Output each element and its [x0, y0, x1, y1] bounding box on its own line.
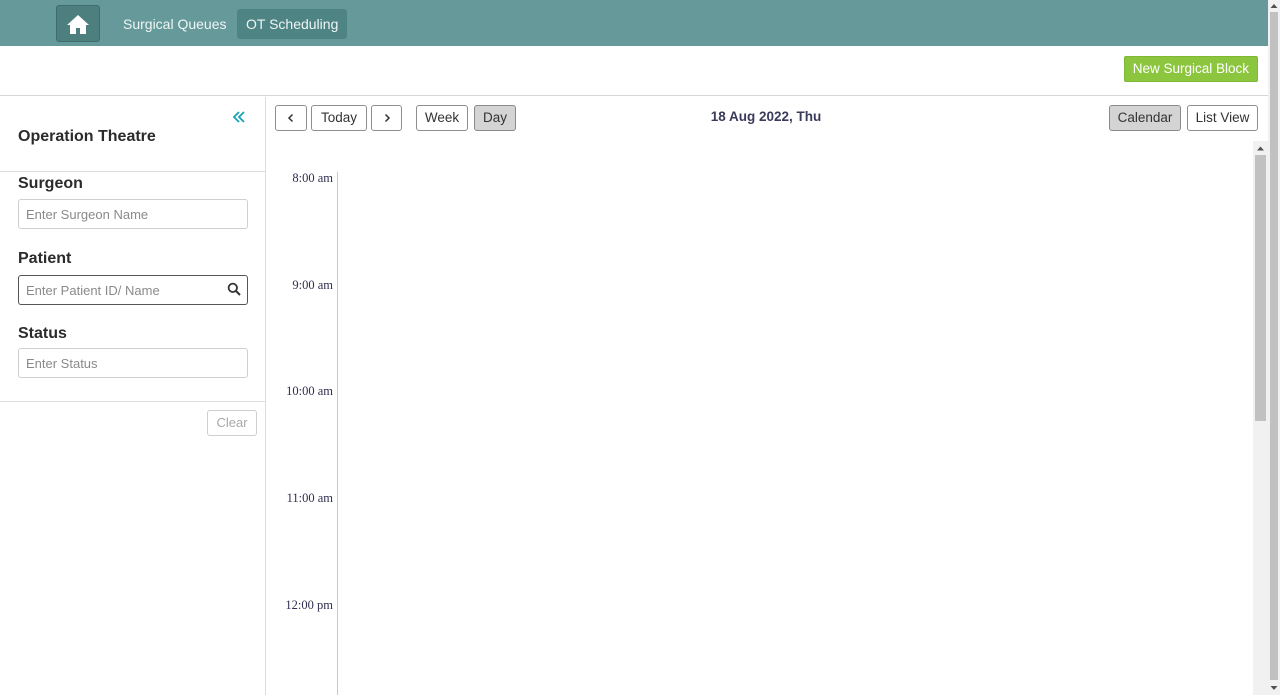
surgeon-label: Surgeon [18, 175, 83, 192]
scroll-up-arrow-icon[interactable] [1270, 2, 1278, 10]
double-chevron-left-icon[interactable] [231, 109, 247, 125]
page-header: New Surgical Block [0, 46, 1268, 96]
new-surgical-block-button[interactable]: New Surgical Block [1123, 56, 1258, 82]
page-scrollbar[interactable] [1268, 0, 1280, 695]
patient-label: Patient [18, 250, 72, 267]
divider [0, 401, 266, 402]
top-nav-bar: Surgical Queues OT Scheduling [0, 0, 1268, 46]
search-icon[interactable] [227, 282, 241, 296]
patient-input[interactable] [18, 275, 248, 305]
list-view-button[interactable]: List View [1187, 105, 1258, 131]
chevron-left-icon [287, 113, 294, 123]
nav-surgical-queues[interactable]: Surgical Queues [114, 9, 236, 39]
chevron-right-icon [384, 113, 390, 123]
scrollbar-thumb[interactable] [1255, 155, 1266, 421]
time-axis-line [337, 172, 338, 695]
surgeon-input[interactable] [18, 199, 248, 229]
home-icon [67, 14, 89, 34]
time-slot-label: 9:00 am [292, 278, 333, 292]
clear-button[interactable]: Clear [207, 410, 257, 436]
scroll-down-arrow-icon[interactable] [1270, 684, 1278, 692]
prev-button[interactable] [275, 105, 307, 131]
time-slot-label: 11:00 am [286, 491, 333, 505]
nav-ot-scheduling[interactable]: OT Scheduling [237, 9, 348, 39]
current-date-title: 18 Aug 2022, Thu [710, 109, 822, 124]
status-input[interactable] [18, 348, 248, 378]
week-view-button[interactable]: Week [416, 105, 468, 131]
time-slot-label: 8:00 am [292, 171, 333, 185]
home-button[interactable] [56, 5, 100, 42]
divider [0, 171, 266, 172]
status-label: Status [18, 325, 67, 342]
day-view-button[interactable]: Day [474, 105, 516, 131]
time-slot-label: 12:00 pm [285, 598, 333, 612]
filter-panel: Operation Theatre Surgeon Patient Status… [0, 97, 266, 695]
next-button[interactable] [371, 105, 402, 131]
calendar-view-button[interactable]: Calendar [1109, 105, 1181, 131]
scrollbar-thumb[interactable] [1270, 12, 1278, 680]
today-button[interactable]: Today [311, 105, 367, 131]
calendar-scrollbar[interactable] [1253, 141, 1268, 695]
time-slot-label: 10:00 am [286, 384, 333, 398]
panel-title: Operation Theatre [18, 128, 156, 145]
scroll-up-arrow-icon[interactable] [1256, 144, 1265, 153]
